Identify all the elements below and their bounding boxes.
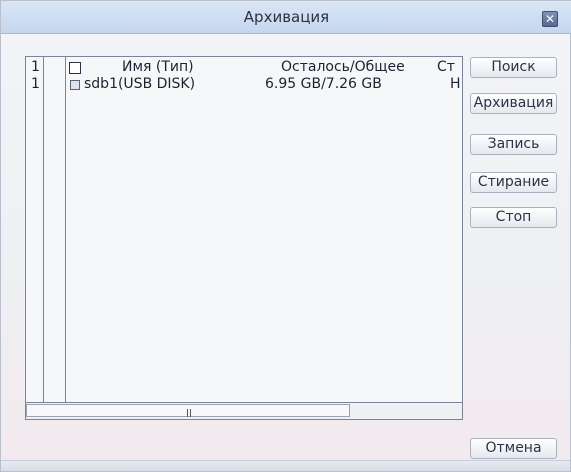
horizontal-scrollbar[interactable] (26, 402, 462, 419)
archive-button[interactable]: Архивация (470, 93, 557, 114)
grip-line (190, 409, 191, 417)
erase-button[interactable]: Стирание (470, 172, 557, 193)
search-button[interactable]: Поиск (470, 57, 557, 78)
header-name[interactable]: Имя (Тип) (122, 59, 194, 75)
device-list[interactable]: 1 Имя (Тип) Осталось/Общее Ст 1 sdb1(USB… (25, 56, 463, 420)
header-status[interactable]: Ст (437, 59, 455, 75)
row-checkbox[interactable] (70, 80, 80, 90)
scrollbar-thumb[interactable] (26, 404, 350, 417)
header-index: 1 (31, 59, 40, 75)
row-index: 1 (31, 76, 40, 92)
title-bar: Архивация ✕ (1, 1, 571, 34)
cancel-button[interactable]: Отмена (470, 438, 557, 459)
select-all-checkbox[interactable] (69, 62, 81, 74)
archive-dialog: Архивация ✕ 1 Имя (Тип) Осталось/Общее С… (0, 0, 571, 472)
record-button[interactable]: Запись (470, 134, 557, 155)
stop-button[interactable]: Стоп (470, 207, 557, 228)
dialog-title: Архивация (243, 8, 330, 26)
column-separator (65, 57, 66, 402)
grip-line (187, 409, 188, 417)
row-space[interactable]: 6.95 GB/7.26 GB (265, 76, 382, 92)
close-icon[interactable]: ✕ (542, 11, 558, 27)
row-status[interactable]: Н (450, 76, 461, 92)
column-separator (43, 57, 44, 402)
row-device-name[interactable]: sdb1(USB DISK) (84, 76, 195, 92)
bottom-border (1, 460, 570, 471)
header-space[interactable]: Осталось/Общее (281, 59, 405, 75)
